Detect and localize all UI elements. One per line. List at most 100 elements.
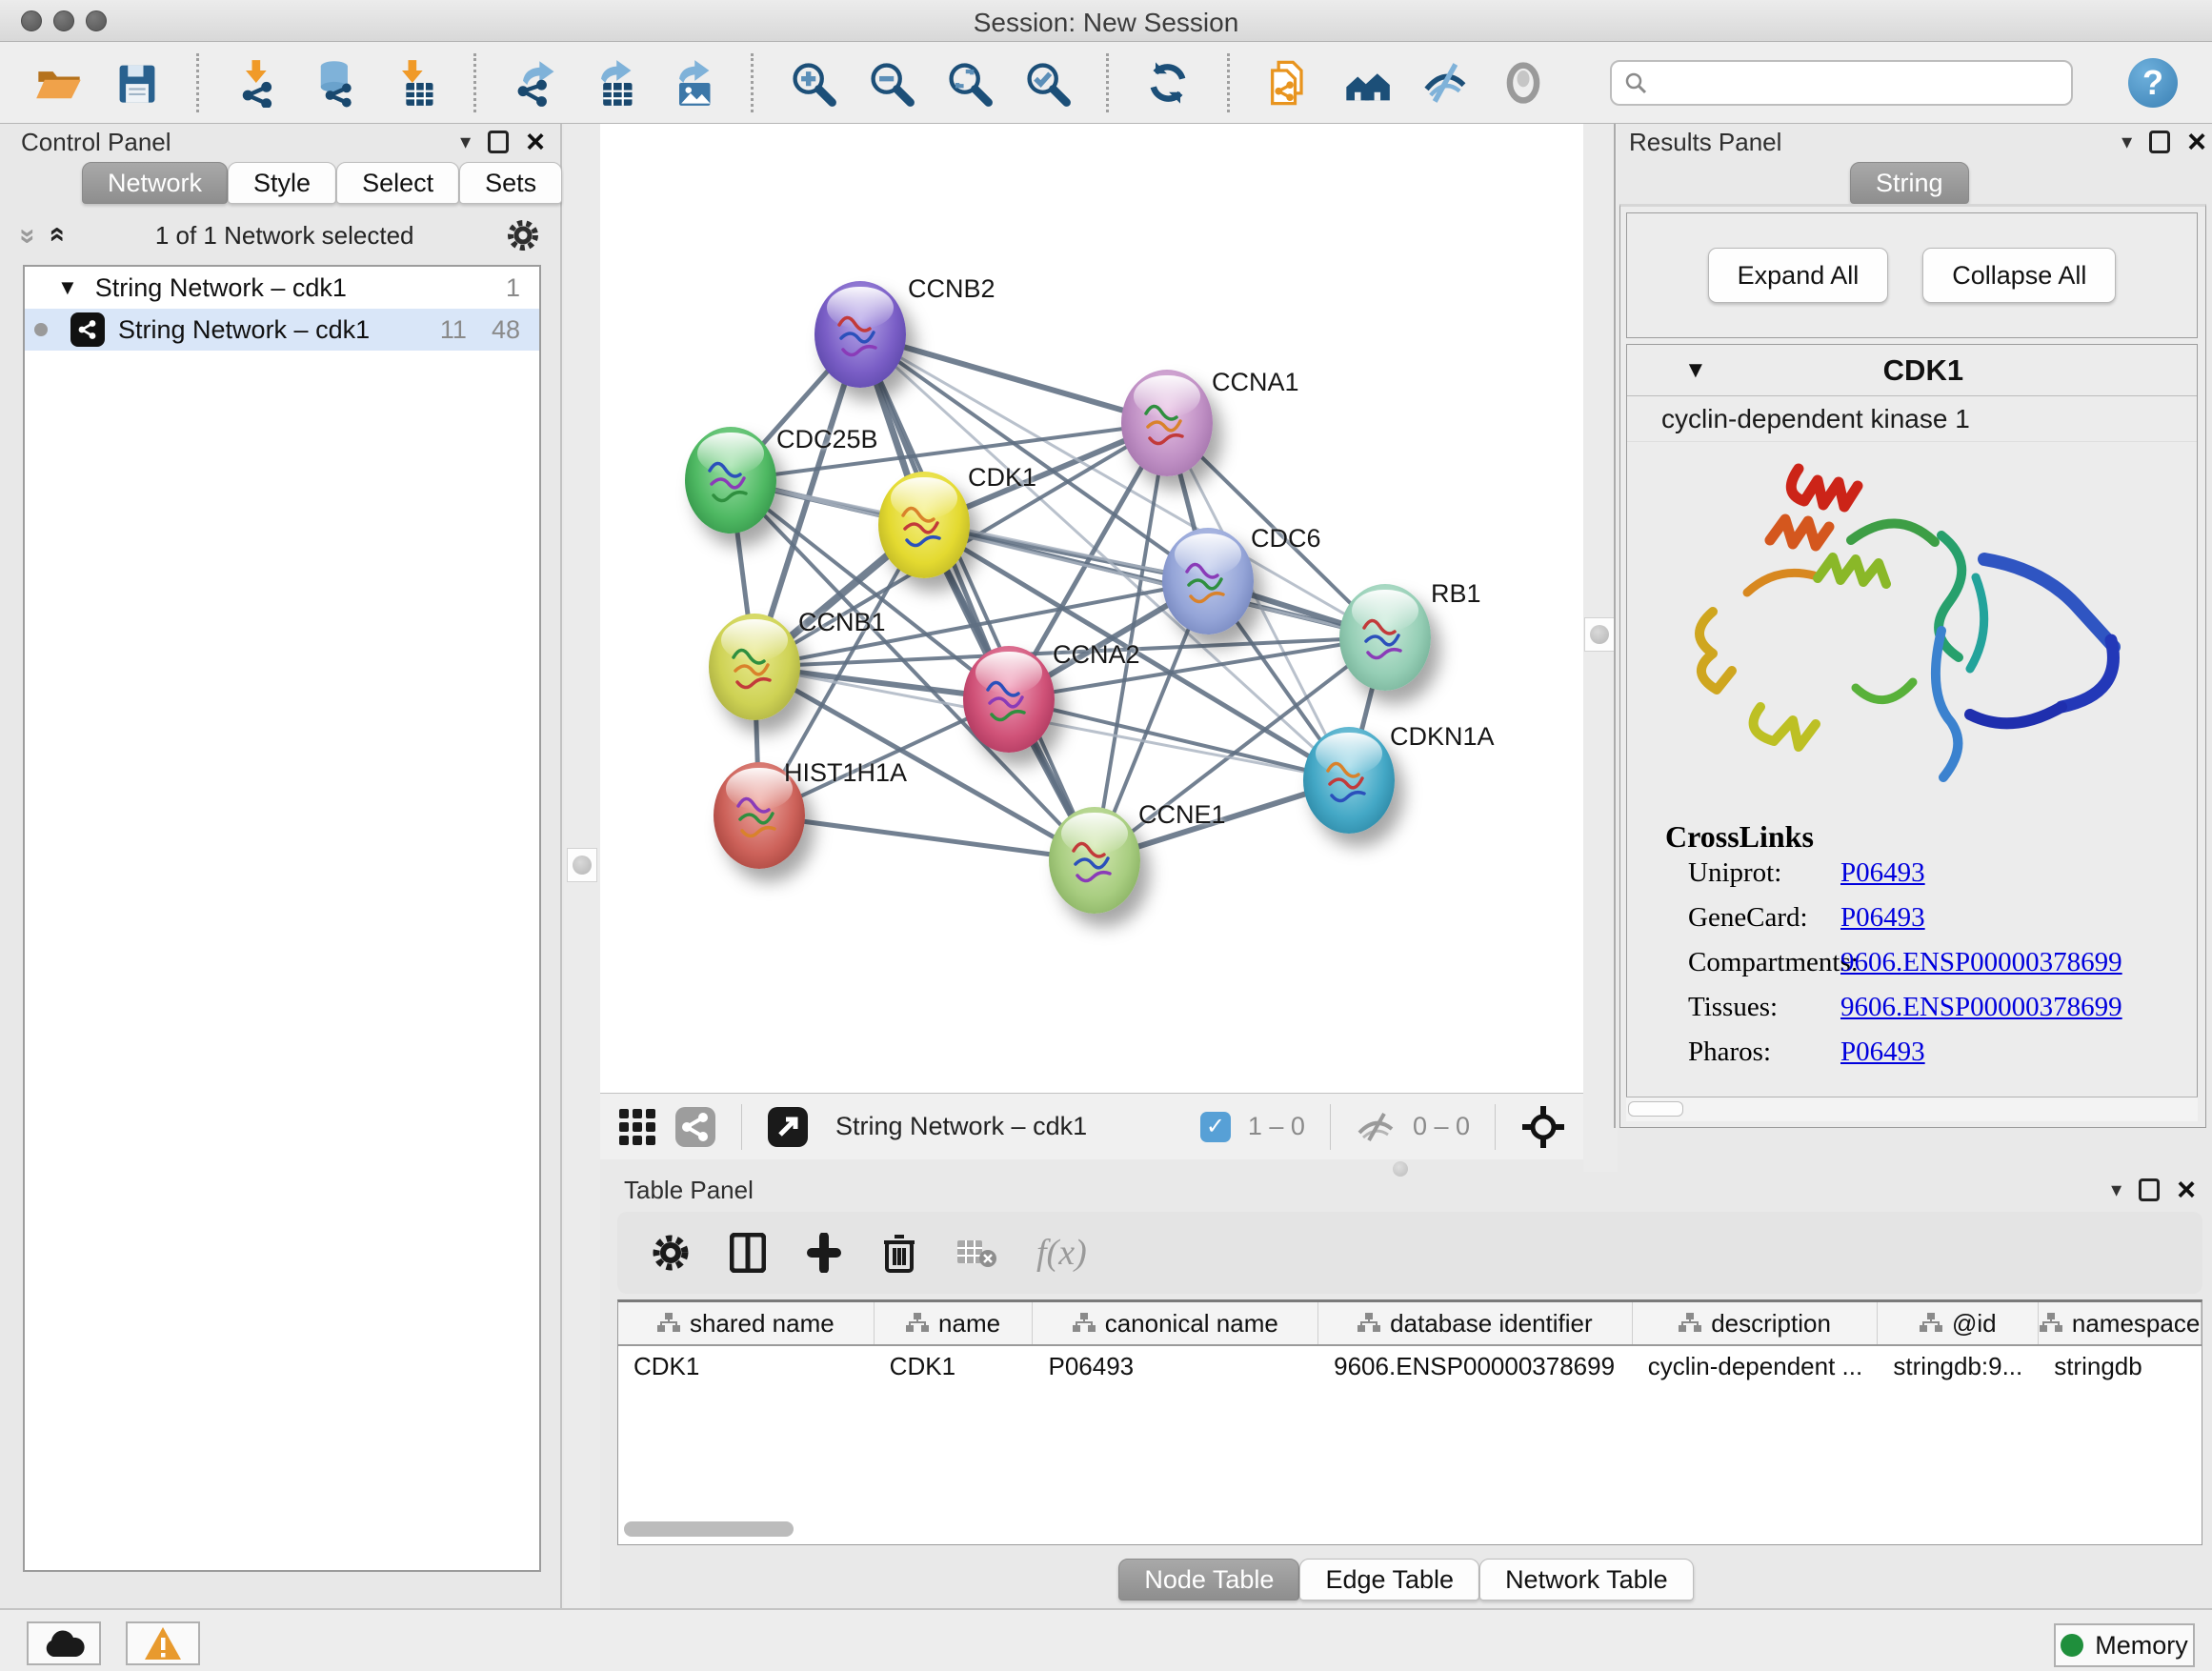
refresh-layout-icon[interactable] [1143,58,1193,108]
table-row[interactable]: CDK1CDK1P064939606.ENSP00000378699cyclin… [618,1346,2202,1388]
network-node-cdc6[interactable] [1162,528,1254,634]
zoom-fit-icon[interactable] [944,58,994,108]
crosslink-link[interactable]: P06493 [1840,902,1925,934]
column-header-description[interactable]: description [1633,1302,1879,1344]
grid-view-icon[interactable] [617,1107,657,1147]
crosslink-link[interactable]: 9606.ENSP00000378699 [1840,992,2122,1023]
crosslink-link[interactable]: 9606.ENSP00000378699 [1840,947,2122,978]
tab-sets[interactable]: Sets [459,162,562,204]
search-input[interactable] [1656,68,2060,97]
network-node-ccnb2[interactable] [814,281,906,388]
node-details-header[interactable]: ▼ CDK1 [1627,345,2197,396]
memory-status-dot [2061,1634,2083,1657]
network-canvas[interactable]: CCNB2CCNA1CDC25BCDK1CDC6RB1CCNB1CCNA2CDK… [600,124,1583,1093]
tab-string[interactable]: String [1850,162,1969,204]
tab-node-table[interactable]: Node Table [1118,1559,1299,1601]
collapse-all-button[interactable]: Collapse All [1922,248,2116,303]
zoom-out-icon[interactable] [866,58,915,108]
collapse-all-networks-icon[interactable]: » [39,229,71,243]
table-cell[interactable]: cyclin-dependent ... [1633,1346,1879,1388]
export-image-icon[interactable] [667,58,716,108]
cloud-button[interactable] [27,1621,101,1665]
table-cell[interactable]: CDK1 [875,1346,1034,1388]
panel-close-icon[interactable]: × [2177,1178,2196,1201]
network-node-cdk1[interactable] [878,472,970,578]
column-header-name[interactable]: name [875,1302,1034,1344]
column-header-id[interactable]: @id [1878,1302,2039,1344]
network-node-cdkn1a[interactable] [1303,727,1395,834]
panel-collapse-icon[interactable]: ▾ [460,130,471,154]
tab-network-table[interactable]: Network Table [1479,1559,1694,1601]
crosslink-link[interactable]: P06493 [1840,1037,1925,1068]
add-column-icon[interactable] [806,1233,842,1273]
tab-network[interactable]: Network [82,162,228,204]
zoom-selected-icon[interactable] [1022,58,1072,108]
panel-collapse-icon[interactable]: ▾ [2111,1178,2122,1202]
table-cell[interactable]: P06493 [1033,1346,1318,1388]
save-session-icon[interactable] [112,58,162,108]
birds-eye-view-icon[interactable] [1498,58,1548,108]
results-scrollbar[interactable] [1626,1097,2198,1121]
node-label: CCNA1 [1212,368,1299,397]
table-cell[interactable]: 9606.ENSP00000378699 [1318,1346,1633,1388]
column-header-shared-name[interactable]: shared name [618,1302,875,1344]
results-panel-title: Results Panel [1629,128,1781,157]
column-header-namespace[interactable]: namespace [2039,1302,2202,1344]
network-options-gear-icon[interactable] [507,219,539,252]
network-collection-row[interactable]: ▼ String Network – cdk1 1 [25,267,539,309]
expand-all-button[interactable]: Expand All [1708,248,1889,303]
table-horizontal-scrollbar[interactable] [624,1521,794,1537]
zoom-in-icon[interactable] [788,58,837,108]
network-node-ccne1[interactable] [1049,807,1140,914]
panel-collapse-icon[interactable]: ▾ [2122,130,2132,154]
collapse-node-icon[interactable]: ▼ [1684,357,1707,384]
export-network-icon[interactable] [511,58,560,108]
toggle-graphics-details-icon[interactable] [1420,58,1470,108]
crosslink-link[interactable]: P06493 [1840,857,1925,889]
export-table-icon[interactable] [589,58,638,108]
tab-style[interactable]: Style [228,162,336,204]
table-cell[interactable]: stringdb [2039,1346,2202,1388]
network-row-selected[interactable]: String Network – cdk1 11 48 [25,309,539,351]
network-node-rb1[interactable] [1339,584,1431,691]
table-type-tabs: Node TableEdge TableNetwork Table [600,1559,2212,1601]
warnings-button[interactable] [126,1621,200,1665]
left-splitter[interactable] [564,124,600,1608]
import-table-file-icon[interactable] [390,58,439,108]
column-header-canonical-name[interactable]: canonical name [1033,1302,1318,1344]
home-icon[interactable] [1342,58,1392,108]
column-header-database-identifier[interactable]: database identifier [1318,1302,1633,1344]
network-node-cdc25b[interactable] [685,427,776,534]
panel-float-icon[interactable] [488,131,509,153]
panel-close-icon[interactable]: × [2187,131,2206,153]
import-network-file-icon[interactable] [233,58,283,108]
panel-float-icon[interactable] [2139,1178,2160,1201]
birds-eye-toggle-icon[interactable] [1520,1104,1566,1150]
open-session-icon[interactable] [34,58,84,108]
node-label: CCNE1 [1138,800,1226,830]
network-node-ccna2[interactable] [963,646,1055,753]
right-splitter[interactable] [1583,124,1618,1172]
import-string-document-icon[interactable] [1264,58,1314,108]
show-columns-icon[interactable] [730,1233,766,1273]
import-network-database-icon[interactable] [312,58,361,108]
panel-float-icon[interactable] [2149,131,2170,153]
network-node-ccnb1[interactable] [709,614,800,720]
detach-view-icon[interactable] [767,1106,809,1148]
table-cell[interactable]: stringdb:9... [1878,1346,2039,1388]
memory-button[interactable]: Memory [2054,1623,2195,1667]
tab-select[interactable]: Select [336,162,459,204]
delete-column-icon[interactable] [882,1233,916,1273]
right-splitter-handle[interactable] [1584,617,1615,652]
help-icon[interactable]: ? [2128,58,2178,108]
panel-close-icon[interactable]: × [526,131,545,153]
table-cell[interactable]: CDK1 [618,1346,875,1388]
selected-nodes-checkbox-icon[interactable]: ✓ [1200,1112,1231,1142]
network-node-ccna1[interactable] [1121,370,1213,476]
tab-edge-table[interactable]: Edge Table [1299,1559,1479,1601]
toolbar-separator [473,53,476,112]
window-title: Session: New Session [0,8,2212,38]
table-options-gear-icon[interactable] [652,1234,690,1272]
tree-expand-icon[interactable]: ▼ [57,275,78,300]
left-splitter-handle[interactable] [567,848,597,882]
